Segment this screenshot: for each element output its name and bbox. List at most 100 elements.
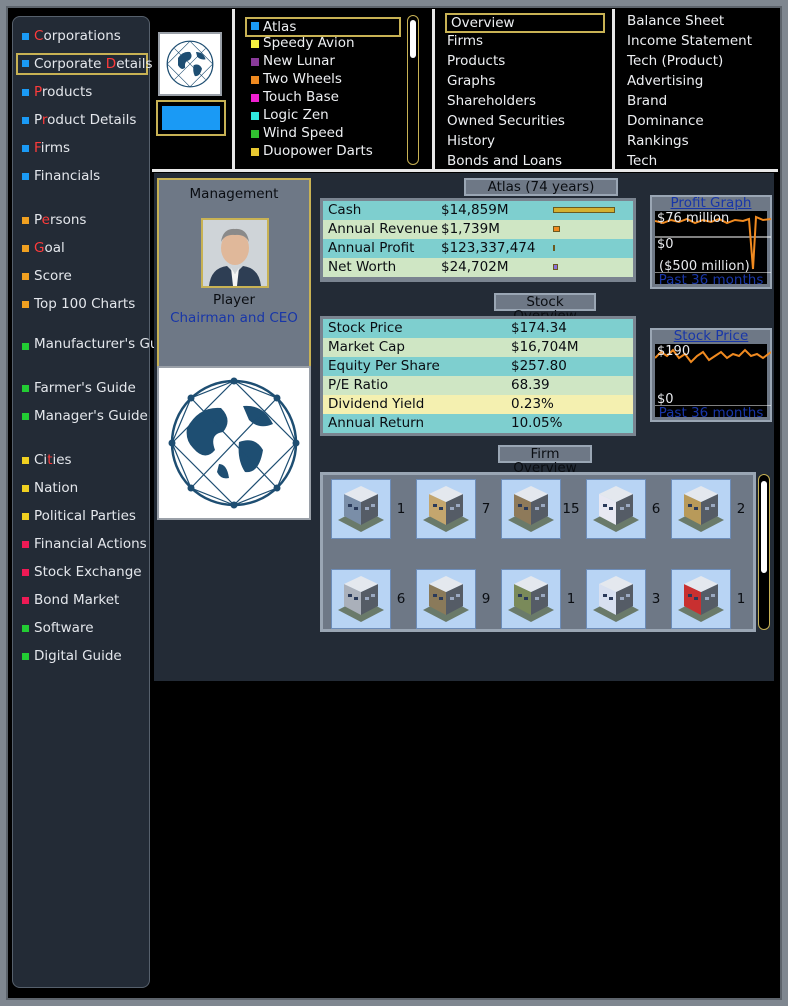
sidebar-item-label: Cities: [34, 452, 72, 468]
bullet-icon: [22, 385, 29, 392]
sidebar-item-label: Manager's Guide: [34, 408, 148, 424]
stock-row: P/E Ratio 68.39: [323, 376, 633, 395]
sidebar-item-label: Firms: [34, 140, 71, 156]
reports-item-advertising[interactable]: Advertising: [627, 73, 703, 89]
sidebar-item-label: Financials: [34, 168, 101, 184]
firm-item-two-wheels[interactable]: Two Wheels: [247, 71, 342, 87]
ceo-name[interactable]: Player: [159, 292, 309, 308]
menu-item-shareholders[interactable]: Shareholders: [447, 93, 536, 109]
sidebar-item-label: Political Parties: [34, 508, 136, 524]
sidebar-item-score[interactable]: Score: [16, 266, 148, 288]
sidebar-item-products[interactable]: Products: [16, 82, 148, 104]
stock-row: Annual Return 10.05%: [323, 414, 633, 433]
bullet-icon: [22, 625, 29, 632]
bullet-icon: [22, 217, 29, 224]
bullet-icon: [22, 117, 29, 124]
company-color-swatch[interactable]: [156, 100, 226, 136]
mine-icon[interactable]: [416, 569, 476, 629]
office-building-icon[interactable]: [331, 479, 391, 539]
sidebar-item-bond-market[interactable]: Bond Market: [16, 590, 148, 612]
summary-row: Cash $14,859M: [323, 201, 633, 220]
farm-icon[interactable]: [671, 479, 731, 539]
sidebar-item-product-details[interactable]: Product Details: [16, 110, 148, 132]
factory-icon[interactable]: [501, 479, 561, 539]
menu-item-graphs[interactable]: Graphs: [447, 73, 495, 89]
sidebar-item-software[interactable]: Software: [16, 618, 148, 640]
sidebar-item-corporations[interactable]: Corporations: [16, 26, 148, 48]
reports-item-tech[interactable]: Tech: [627, 153, 657, 169]
bullet-icon: [22, 343, 29, 350]
summary-value: $14,859M: [441, 202, 509, 218]
firm-item-duopower-darts[interactable]: Duopower Darts: [247, 143, 373, 159]
firm-count: 1: [566, 591, 576, 607]
firm-list-scrollbar[interactable]: [407, 15, 419, 165]
stock-row: Stock Price $174.34: [323, 319, 633, 338]
sidebar-item-digital-guide[interactable]: Digital Guide: [16, 646, 148, 668]
firm-item-new-lunar[interactable]: New Lunar: [247, 53, 335, 69]
ceo-role[interactable]: Chairman and CEO: [159, 310, 309, 326]
reports-item-balance-sheet[interactable]: Balance Sheet: [627, 13, 724, 29]
sidebar-item-persons[interactable]: Persons: [16, 210, 148, 232]
firm-item-label: Duopower Darts: [263, 143, 373, 159]
sidebar-item-label: Top 100 Charts: [34, 296, 136, 312]
stock-label: P/E Ratio: [328, 377, 389, 393]
sidebar-item-stock-exchange[interactable]: Stock Exchange: [16, 562, 148, 584]
firm-count: 2: [736, 501, 746, 517]
summary-value: $24,702M: [441, 259, 509, 275]
warehouse-icon[interactable]: [331, 569, 391, 629]
stock-label: Stock Price: [328, 320, 403, 336]
sidebar-item-political-parties[interactable]: Political Parties: [16, 506, 148, 528]
firm-color-icon: [251, 130, 259, 138]
fire-station-icon[interactable]: [671, 569, 731, 629]
profit-graph-title[interactable]: Profit Graph: [652, 196, 770, 210]
sidebar-item-firms[interactable]: Firms: [16, 138, 148, 160]
company-logo: [158, 32, 222, 96]
menu-item-bonds-and-loans[interactable]: Bonds and Loans: [447, 153, 562, 169]
firm-item-speedy-avion[interactable]: Speedy Avion: [247, 35, 355, 51]
sidebar-item-financial-actions[interactable]: Financial Actions: [16, 534, 148, 556]
sidebar-item-manager-s-guide[interactable]: Manager's Guide: [16, 406, 148, 428]
menu-item-overview[interactable]: Overview: [445, 13, 605, 33]
department-store-icon[interactable]: [416, 479, 476, 539]
menu-item-products[interactable]: Products: [447, 53, 505, 69]
firm-item-touch-base[interactable]: Touch Base: [247, 89, 339, 105]
bullet-icon: [22, 33, 29, 40]
sidebar-item-manufacturer-s-guide[interactable]: Manufacturer's Guide: [16, 336, 179, 366]
sidebar-item-cities[interactable]: Cities: [16, 450, 148, 472]
menu-item-history[interactable]: History: [447, 133, 495, 149]
firm-item-label: Atlas: [263, 19, 297, 35]
sidebar-item-farmer-s-guide[interactable]: Farmer's Guide: [16, 378, 148, 400]
futuristic-building-icon[interactable]: [586, 479, 646, 539]
sidebar-item-label: Product Details: [34, 112, 137, 128]
firm-overview-scrollbar[interactable]: [758, 474, 770, 630]
retail-store-icon[interactable]: [586, 569, 646, 629]
sidebar-item-financials[interactable]: Financials: [16, 166, 148, 188]
reports-item-income-statement[interactable]: Income Statement: [627, 33, 752, 49]
profit-graph[interactable]: Profit Graph $76 million $0 ($500 millio…: [650, 195, 772, 289]
sidebar-item-nation[interactable]: Nation: [16, 478, 148, 500]
ceo-portrait[interactable]: [201, 218, 269, 288]
menu-item-owned-securities[interactable]: Owned Securities: [447, 113, 565, 129]
company-title: Atlas (74 years): [464, 178, 618, 196]
menu-item-firms[interactable]: Firms: [447, 33, 483, 49]
sidebar-item-label: Bond Market: [34, 592, 120, 608]
building-graphic: [508, 576, 554, 622]
firm-item-logic-zen[interactable]: Logic Zen: [247, 107, 329, 123]
plantation-icon[interactable]: [501, 569, 561, 629]
stock-price-graph[interactable]: Stock Price Graph $190 $0 Past 36 months: [650, 328, 772, 422]
firm-color-icon: [251, 94, 259, 102]
reports-item-brand[interactable]: Brand: [627, 93, 667, 109]
reports-item-rankings[interactable]: Rankings: [627, 133, 689, 149]
firm-item-wind-speed[interactable]: Wind Speed: [247, 125, 344, 141]
sidebar-item-corporate-details[interactable]: Corporate Details: [16, 53, 153, 75]
company-logo-large: [157, 366, 311, 520]
sidebar-item-label: Goal: [34, 240, 65, 256]
reports-item-tech-product-[interactable]: Tech (Product): [627, 53, 723, 69]
firm-item-atlas[interactable]: Atlas: [245, 17, 401, 37]
building-graphic: [593, 576, 639, 622]
summary-row: Annual Profit $123,337,474: [323, 239, 633, 258]
firm-item-label: Touch Base: [263, 89, 339, 105]
sidebar-item-top-100-charts[interactable]: Top 100 Charts: [16, 294, 148, 316]
reports-item-dominance[interactable]: Dominance: [627, 113, 704, 129]
sidebar-item-goal[interactable]: Goal: [16, 238, 148, 260]
